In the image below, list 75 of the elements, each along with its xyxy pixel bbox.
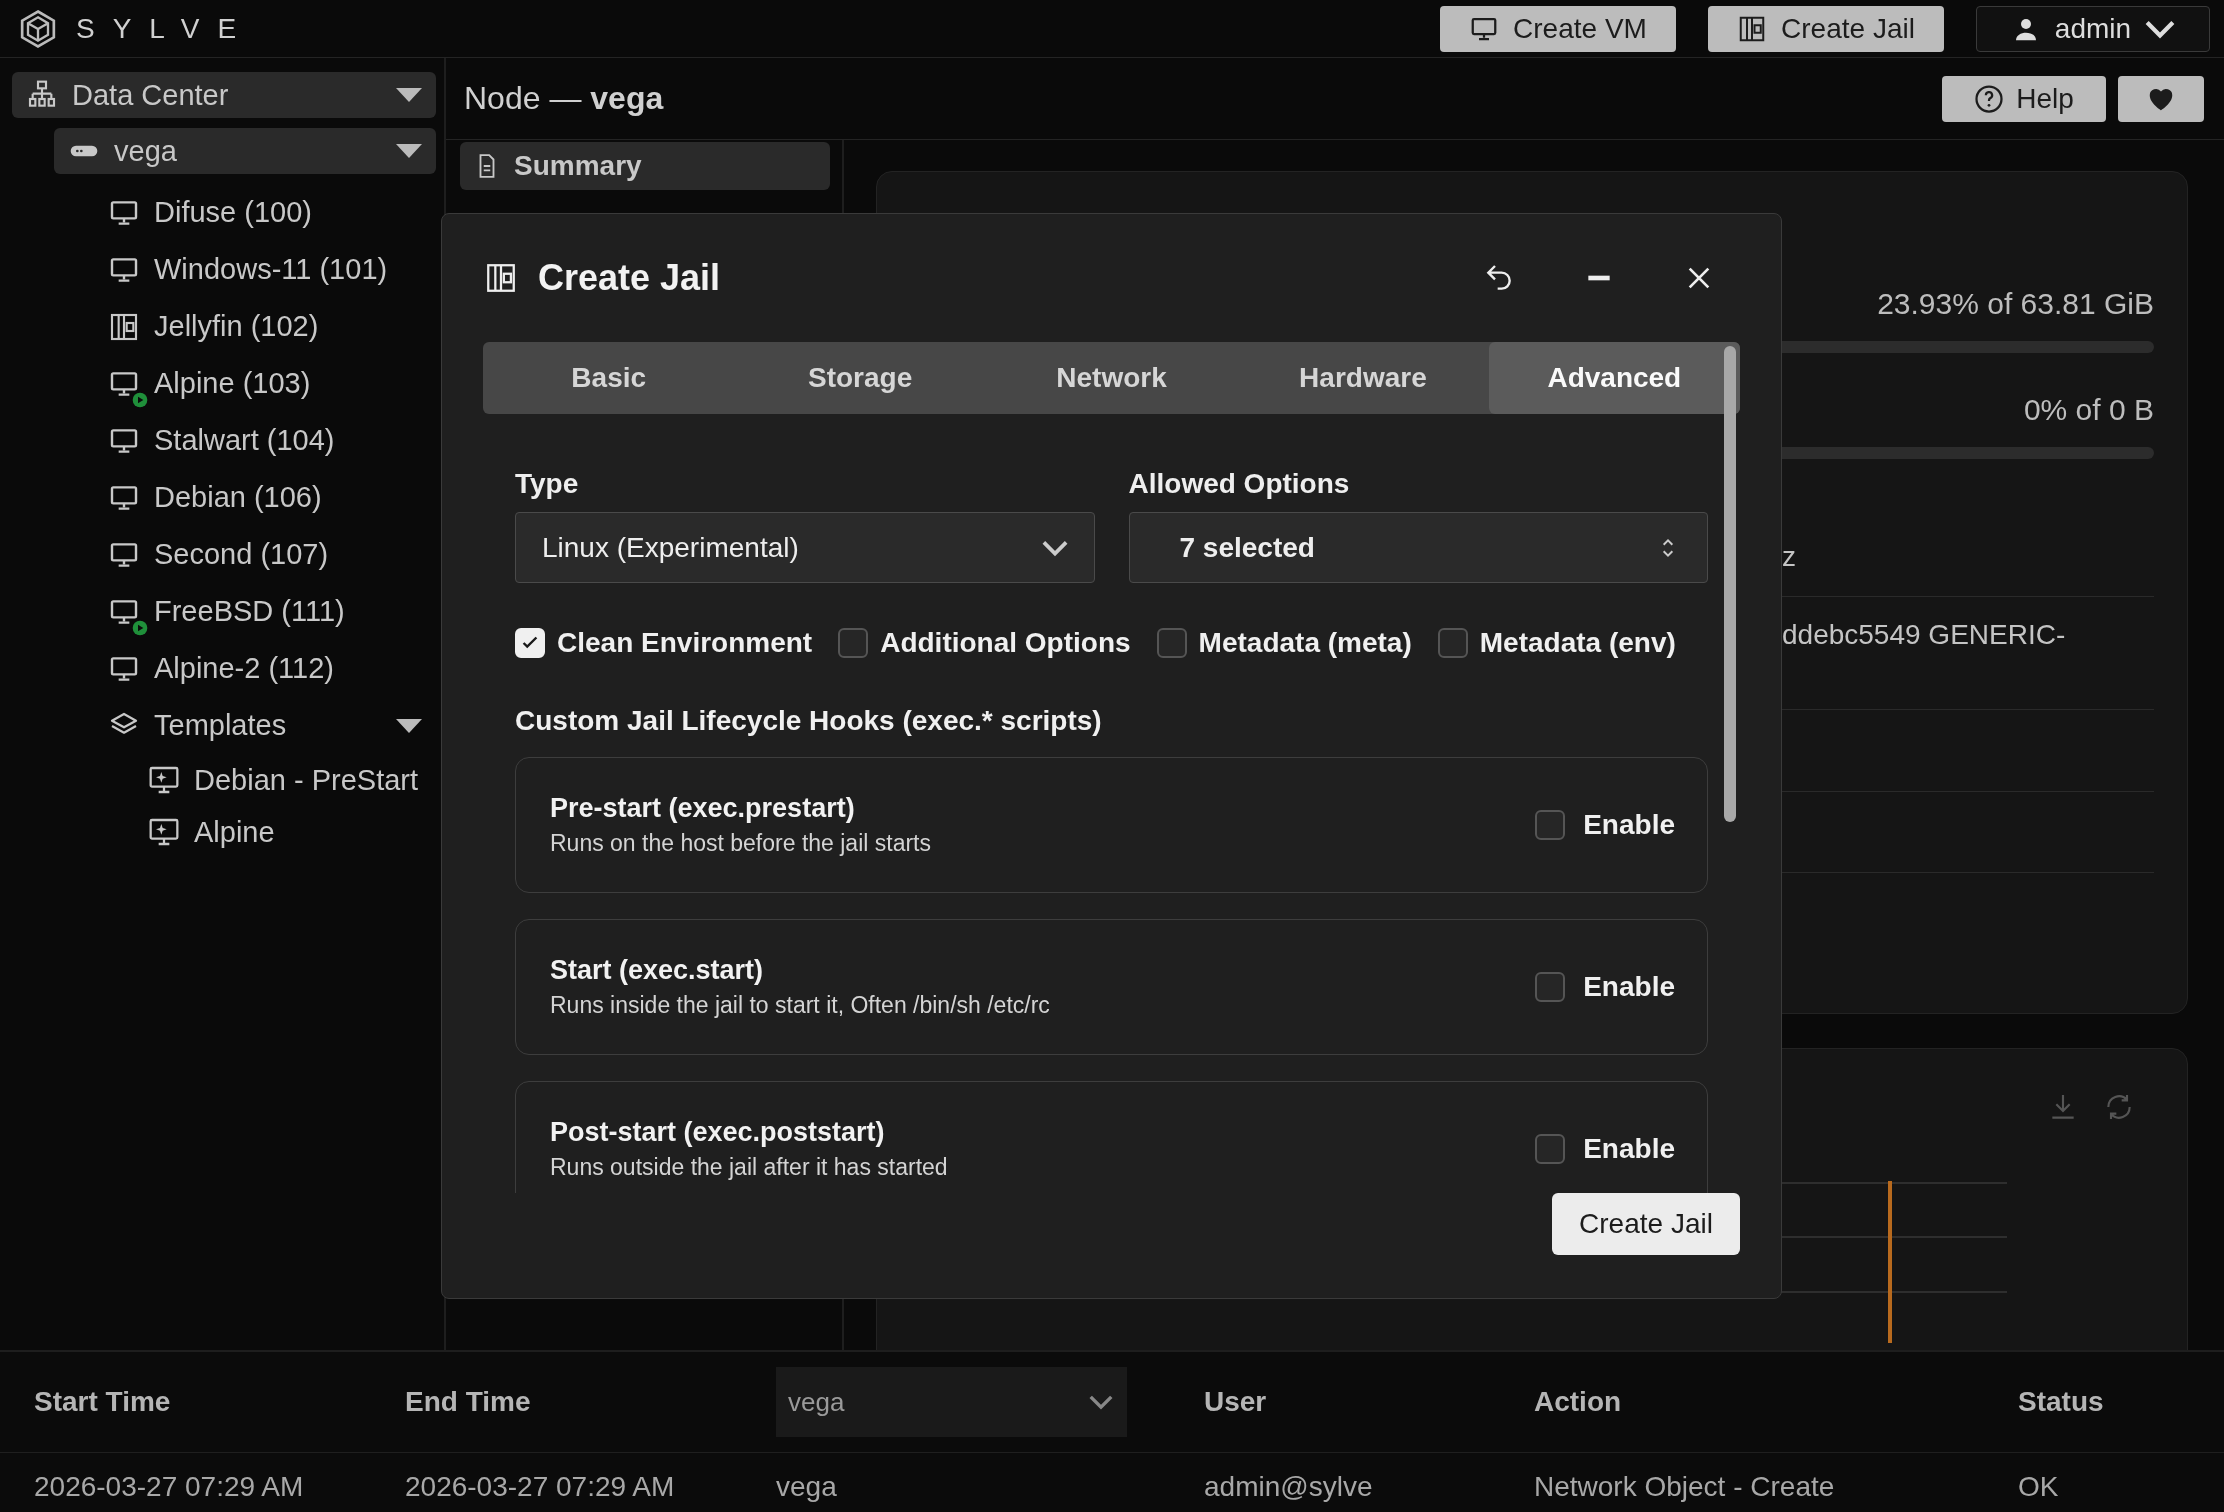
help-icon [1974,83,2005,114]
tree-row[interactable]: Data Center [12,72,436,118]
hook-description: Runs outside the jail after it has started [550,1154,949,1181]
tab[interactable]: Basic [483,342,735,414]
tree-item[interactable]: Jellyfin (102) [94,298,436,355]
table-cell-text: 2026-03-27 07:29 AM [405,1470,676,1504]
create-jail-button[interactable]: Create Jail [1708,5,1944,52]
template-icon [148,816,180,848]
tab[interactable]: Network [985,342,1238,414]
field-label: Allowed Options [1128,468,1351,500]
checkbox[interactable] [838,628,869,658]
create-jail-button[interactable]: Create Jail [1552,1193,1740,1255]
column-header: Start Time [34,1386,172,1418]
dialog-title: Create Jail [538,257,722,299]
multi-select[interactable]: 7 selected [1128,512,1708,583]
column-header: End Time [405,1386,532,1418]
section-heading: Custom Jail Lifecycle Hooks (exec.* scripts) [515,705,1103,737]
tree-item[interactable]: Debian (106) [94,469,436,526]
checkbox[interactable] [1437,628,1468,658]
tab[interactable]: Storage [734,342,986,414]
table-cell-text: 2026-03-27 07:29 AM [34,1470,305,1504]
tree-item[interactable]: Alpine [134,806,436,858]
checkbox-label: Enable [1583,809,1675,841]
table-cell-text: OK [2018,1470,2060,1504]
tree-item[interactable]: Alpine (103) [94,355,436,412]
jail-icon [484,261,518,295]
hook-description: Runs on the host before the jail starts [550,830,932,857]
hook-title: Start (exec.start) [550,955,765,986]
tab[interactable]: Advanced [1488,342,1740,414]
brand-name: SYLVE [76,12,255,45]
checkbox-label: Metadata (meta) [1198,627,1412,659]
table-cell-text: vega [776,1470,838,1504]
checkbox-label: Metadata (env) [1479,627,1676,659]
table-cell-text: admin@sylve [1204,1470,1374,1504]
help-button[interactable]: Help [1942,75,2106,122]
column-header: User [1204,1386,1268,1418]
column-header: Action [1534,1386,1623,1418]
checkbox[interactable] [1535,1134,1566,1164]
tree-item[interactable]: Windows-11 (101) [94,241,436,298]
detail-value: z [1782,541,1796,572]
nav-item[interactable]: Summary [460,142,830,190]
tree-item[interactable]: Difuse (100) [94,184,436,241]
page-title: Node — vega [464,80,665,117]
create-vm-button[interactable]: Create VM [1440,5,1676,52]
checkbox-label: Enable [1583,971,1675,1003]
tree-item[interactable]: Debian - PreStart [134,754,436,806]
tab[interactable]: Hardware [1237,342,1489,414]
logo-icon [18,8,58,49]
checkbox[interactable] [1156,628,1187,658]
checkbox-label: Clean Environment [557,627,813,659]
tree-row[interactable]: vega [54,128,436,174]
checkbox-label: Enable [1583,1133,1675,1165]
user-menu-button[interactable]: admin [1976,5,2210,52]
node-filter-select[interactable]: vega [776,1367,1127,1437]
tree-item[interactable]: Second (107) [94,526,436,583]
hook-description: Runs inside the jail to start it, Often /bin/sh /etc/rc [550,992,1051,1019]
field-label: Type [515,468,580,500]
template-icon [148,764,180,796]
usage-reading: 0% of 0 B [2023,393,2154,427]
checkbox-label: Additional Options [880,627,1131,659]
checkbox[interactable] [1535,972,1566,1002]
column-header: Status [2018,1386,2105,1418]
detail-value: ddebc5549 GENERIC- [1782,619,2066,650]
tree-item[interactable]: Alpine-2 (112) [94,640,436,697]
select-field[interactable]: Linux (Experimental) [515,512,1095,583]
tree-item[interactable]: Stalwart (104) [94,412,436,469]
usage-reading: 23.93% of 63.81 GiB [1877,287,2154,321]
scrollbar[interactable] [1724,346,1736,822]
table-cell-text: Network Object - Create [1534,1470,1836,1504]
hook-title: Pre-start (exec.prestart) [550,793,856,824]
favorite-button[interactable] [2118,75,2204,122]
tree-item[interactable]: FreeBSD (111) [94,583,436,640]
tree-item[interactable]: Templates [94,697,436,754]
hook-title: Post-start (exec.poststart) [550,1117,886,1148]
checkbox[interactable] [1535,810,1566,840]
